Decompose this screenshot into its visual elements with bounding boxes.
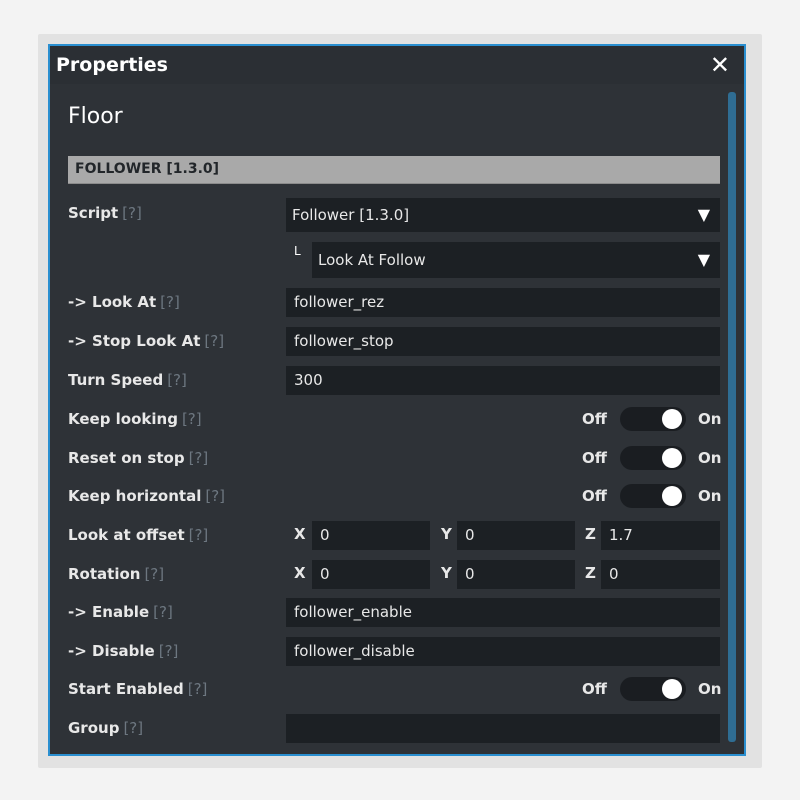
start-enabled-on-label: On [698, 680, 722, 698]
object-name: Floor [68, 104, 123, 129]
keep-horizontal-help[interactable]: [?] [205, 487, 225, 505]
keep-horizontal-label-text: Keep horizontal [68, 487, 202, 505]
keep-looking-toggle[interactable] [620, 407, 686, 431]
toggle-knob [662, 448, 682, 468]
stop-look-at-input[interactable]: follower_stop [286, 327, 720, 356]
start-enabled-help[interactable]: [?] [188, 680, 208, 698]
enable-label-text: -> Enable [68, 603, 150, 621]
script-dropdown-value: Follower [1.3.0] [292, 206, 410, 224]
reset-on-stop-on-label: On [698, 449, 722, 467]
reset-on-stop-label-text: Reset on stop [68, 449, 185, 467]
scrollbar[interactable] [728, 92, 736, 742]
keep-looking-label-text: Keep looking [68, 410, 178, 428]
enable-label: -> Enable [?] [68, 603, 173, 621]
offset-x-label: X [294, 525, 306, 543]
reset-on-stop-label: Reset on stop [?] [68, 449, 208, 467]
disable-label: -> Disable [?] [68, 642, 178, 660]
properties-panel: Properties ✕ Floor FOLLOWER [1.3.0] Scri… [48, 44, 746, 756]
start-enabled-toggle[interactable] [620, 677, 686, 701]
disable-help[interactable]: [?] [159, 642, 179, 660]
rotation-x-label: X [294, 564, 306, 582]
keep-looking-help[interactable]: [?] [182, 410, 202, 428]
section-title: FOLLOWER [1.3.0] [75, 161, 220, 177]
offset-x-input[interactable]: 0 [312, 521, 430, 550]
offset-z-label: Z [585, 525, 596, 543]
toggle-knob [662, 679, 682, 699]
toggle-knob [662, 409, 682, 429]
script-dropdown[interactable]: Follower [1.3.0] ▼ [286, 198, 720, 232]
reset-on-stop-help[interactable]: [?] [189, 449, 209, 467]
close-icon[interactable]: ✕ [710, 51, 730, 79]
toggle-knob [662, 486, 682, 506]
sub-script-dropdown[interactable]: Look At Follow ▼ [312, 242, 720, 278]
enable-help[interactable]: [?] [153, 603, 173, 621]
sub-script-marker: L [294, 244, 301, 258]
rotation-y-label: Y [441, 564, 452, 582]
keep-looking-label: Keep looking [?] [68, 410, 202, 428]
rotation-x-input[interactable]: 0 [312, 560, 430, 589]
sub-script-value: Look At Follow [318, 251, 426, 269]
keep-looking-on-label: On [698, 410, 722, 428]
start-enabled-off-label: Off [582, 680, 607, 698]
rotation-y-input[interactable]: 0 [457, 560, 575, 589]
rotation-label-text: Rotation [68, 565, 141, 583]
look-at-label: -> Look At [?] [68, 293, 180, 311]
group-help[interactable]: [?] [123, 719, 143, 737]
look-at-offset-label-text: Look at offset [68, 526, 185, 544]
reset-on-stop-toggle[interactable] [620, 446, 686, 470]
look-at-offset-help[interactable]: [?] [189, 526, 209, 544]
start-enabled-label-text: Start Enabled [68, 680, 184, 698]
script-help[interactable]: [?] [122, 204, 142, 222]
disable-input[interactable]: follower_disable [286, 637, 720, 666]
rotation-z-label: Z [585, 564, 596, 582]
section-header: FOLLOWER [1.3.0] [68, 156, 720, 184]
script-label: Script [?] [68, 204, 142, 222]
look-at-label-text: -> Look At [68, 293, 157, 311]
look-at-help[interactable]: [?] [160, 293, 180, 311]
group-label: Group [?] [68, 719, 143, 737]
rotation-z-input[interactable]: 0 [601, 560, 720, 589]
turn-speed-label-text: Turn Speed [68, 371, 164, 389]
look-at-offset-label: Look at offset [?] [68, 526, 208, 544]
keep-looking-off-label: Off [582, 410, 607, 428]
keep-horizontal-off-label: Off [582, 487, 607, 505]
stop-look-at-help[interactable]: [?] [204, 332, 224, 350]
keep-horizontal-label: Keep horizontal [?] [68, 487, 225, 505]
disable-label-text: -> Disable [68, 642, 155, 660]
group-input[interactable] [286, 714, 720, 743]
start-enabled-label: Start Enabled [?] [68, 680, 207, 698]
offset-y-input[interactable]: 0 [457, 521, 575, 550]
rotation-help[interactable]: [?] [144, 565, 164, 583]
dropdown-arrow-icon: ▼ [697, 205, 710, 224]
stop-look-at-label-text: -> Stop Look At [68, 332, 201, 350]
script-label-text: Script [68, 204, 119, 222]
dropdown-arrow-icon: ▼ [697, 250, 710, 269]
offset-y-label: Y [441, 525, 452, 543]
window-title: Properties [56, 54, 168, 76]
keep-horizontal-on-label: On [698, 487, 722, 505]
stop-look-at-label: -> Stop Look At [?] [68, 332, 224, 350]
reset-on-stop-off-label: Off [582, 449, 607, 467]
offset-z-input[interactable]: 1.7 [601, 521, 720, 550]
turn-speed-label: Turn Speed [?] [68, 371, 187, 389]
group-label-text: Group [68, 719, 120, 737]
enable-input[interactable]: follower_enable [286, 598, 720, 627]
keep-horizontal-toggle[interactable] [620, 484, 686, 508]
turn-speed-help[interactable]: [?] [167, 371, 187, 389]
look-at-input[interactable]: follower_rez [286, 288, 720, 317]
title-bar: Properties ✕ [50, 46, 744, 84]
turn-speed-input[interactable]: 300 [286, 366, 720, 395]
rotation-label: Rotation [?] [68, 565, 164, 583]
